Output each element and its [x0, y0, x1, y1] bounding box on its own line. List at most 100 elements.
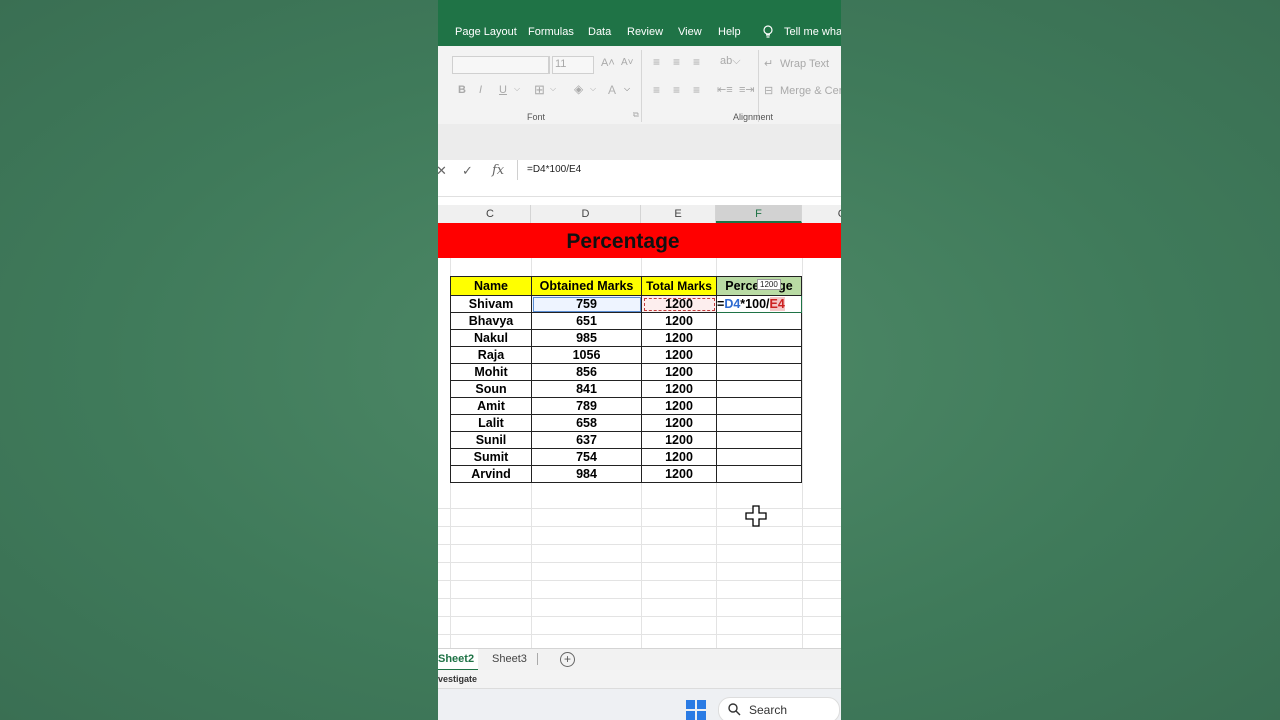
cell-name[interactable]: Mohit: [450, 363, 532, 381]
cell-percentage[interactable]: [716, 465, 802, 483]
font-size-box[interactable]: 11: [552, 56, 594, 74]
formula-input[interactable]: =D4*100/E4: [527, 164, 581, 175]
cell-total-marks[interactable]: 1200: [641, 312, 717, 330]
outdent-icon[interactable]: ≡⇥: [739, 83, 755, 96]
cell-percentage[interactable]: [716, 363, 802, 381]
enter-icon[interactable]: ✓: [462, 163, 473, 179]
column-header-c[interactable]: C: [450, 205, 531, 223]
cell-percentage[interactable]: [716, 448, 802, 466]
wrap-text-button[interactable]: Wrap Text: [780, 58, 829, 70]
cell-obtained-marks[interactable]: 1056: [531, 346, 642, 364]
tab-review[interactable]: Review: [627, 26, 663, 38]
header-total-marks[interactable]: Total Marks: [641, 276, 717, 296]
align-center-icon[interactable]: ≡: [673, 83, 680, 97]
chevron-down-icon[interactable]: ⌵: [590, 84, 596, 94]
align-top-icon[interactable]: ≡: [653, 55, 660, 69]
cell-obtained-marks[interactable]: 985: [531, 329, 642, 347]
cell-total-marks[interactable]: 1200: [641, 346, 717, 364]
font-color-icon[interactable]: A: [608, 83, 616, 97]
tab-formulas[interactable]: Formulas: [528, 26, 574, 38]
cell-percentage[interactable]: [716, 414, 802, 432]
tell-me-search[interactable]: Tell me what: [784, 26, 841, 38]
indent-icon[interactable]: ⇤≡: [717, 83, 733, 96]
cell-name[interactable]: Lalit: [450, 414, 532, 432]
cell-obtained-marks[interactable]: 789: [531, 397, 642, 415]
align-middle-icon[interactable]: ≡: [673, 55, 680, 69]
tab-view[interactable]: View: [678, 26, 702, 38]
cell-obtained-marks[interactable]: 651: [531, 312, 642, 330]
cell-total-marks[interactable]: 1200: [641, 414, 717, 432]
wrap-text-icon[interactable]: ↵: [764, 57, 773, 70]
font-name-box[interactable]: [452, 56, 550, 74]
bold-button[interactable]: B: [458, 84, 466, 96]
cell-name[interactable]: Soun: [450, 380, 532, 398]
tab-page-layout[interactable]: Page Layout: [455, 26, 517, 38]
sheet-tab-sheet3[interactable]: Sheet3: [488, 649, 531, 669]
sheet-tab-sheet2[interactable]: Sheet2: [438, 649, 479, 671]
cell-name[interactable]: Sunil: [450, 431, 532, 449]
borders-icon[interactable]: ⊞: [534, 82, 545, 98]
fill-color-icon[interactable]: ◈: [574, 82, 583, 96]
header-name[interactable]: Name: [450, 276, 532, 296]
cell-total-marks[interactable]: 1200: [641, 380, 717, 398]
cell-total-marks[interactable]: 1200: [641, 329, 717, 347]
cell-obtained-marks[interactable]: 759: [531, 295, 642, 313]
align-right-icon[interactable]: ≡: [693, 83, 700, 97]
cell-total-marks[interactable]: 1200: [641, 465, 717, 483]
cell-name[interactable]: Shivam: [450, 295, 532, 313]
cell-name[interactable]: Amit: [450, 397, 532, 415]
function-icon[interactable]: fx: [492, 163, 504, 178]
font-name-dropdown[interactable]: [538, 56, 549, 74]
cell-obtained-marks[interactable]: 984: [531, 465, 642, 483]
cell-total-marks[interactable]: 1200: [641, 397, 717, 415]
cell-obtained-marks[interactable]: 754: [531, 448, 642, 466]
cancel-icon[interactable]: ✕: [438, 163, 447, 179]
cell-percentage[interactable]: [716, 431, 802, 449]
cell-name[interactable]: Sumit: [450, 448, 532, 466]
windows-start-icon[interactable]: [686, 700, 706, 720]
cell-total-marks[interactable]: 1200: [641, 431, 717, 449]
merge-center-button[interactable]: Merge & Cen: [780, 85, 841, 97]
column-header-f[interactable]: F: [716, 205, 802, 223]
column-header-e[interactable]: E: [641, 205, 716, 223]
cell-percentage[interactable]: [716, 346, 802, 364]
cell-obtained-marks[interactable]: 841: [531, 380, 642, 398]
cell-total-marks[interactable]: 1200: [641, 363, 717, 381]
cell-name[interactable]: Nakul: [450, 329, 532, 347]
align-bottom-icon[interactable]: ≡: [693, 55, 700, 69]
cell-total-marks[interactable]: 1200: [641, 295, 717, 313]
add-sheet-icon[interactable]: +: [560, 652, 575, 667]
cell-percentage[interactable]: [716, 380, 802, 398]
underline-button[interactable]: U: [499, 84, 507, 96]
decrease-font-icon[interactable]: A˅: [621, 57, 634, 68]
column-header-g[interactable]: G: [802, 205, 841, 223]
chevron-down-icon[interactable]: ⌵: [514, 84, 520, 94]
cell-obtained-marks[interactable]: 637: [531, 431, 642, 449]
chevron-down-icon[interactable]: ⌵: [550, 84, 556, 94]
table-row: Lalit 658 1200: [450, 414, 802, 432]
orientation-icon[interactable]: ab⌵: [720, 55, 741, 68]
cell-percentage[interactable]: [716, 397, 802, 415]
increase-font-icon[interactable]: A˄: [601, 57, 615, 69]
merge-icon[interactable]: ⊟: [764, 84, 773, 97]
font-dialog-launcher-icon[interactable]: ⧉: [633, 110, 639, 120]
tab-help[interactable]: Help: [718, 26, 741, 38]
align-left-icon[interactable]: ≡: [653, 83, 660, 97]
taskbar-search[interactable]: Search: [718, 697, 840, 720]
italic-button[interactable]: I: [479, 84, 482, 96]
cell-name[interactable]: Raja: [450, 346, 532, 364]
gridline: [438, 562, 841, 563]
tab-data[interactable]: Data: [588, 26, 611, 38]
cell-obtained-marks[interactable]: 658: [531, 414, 642, 432]
column-header-d[interactable]: D: [531, 205, 641, 223]
cell-percentage[interactable]: [716, 312, 802, 330]
cell-percentage[interactable]: [716, 329, 802, 347]
cell-name[interactable]: Bhavya: [450, 312, 532, 330]
cell-obtained-marks[interactable]: 856: [531, 363, 642, 381]
cell-name[interactable]: Arvind: [450, 465, 532, 483]
chevron-down-icon[interactable]: ⌵: [624, 84, 630, 94]
header-obtained-marks[interactable]: Obtained Marks: [531, 276, 642, 296]
cell-grid[interactable]: Name Obtained Marks Total Marks Percenta…: [438, 258, 841, 648]
cell-total-marks[interactable]: 1200: [641, 448, 717, 466]
cell-percentage-editing[interactable]: =D4*100/E4: [716, 295, 802, 313]
